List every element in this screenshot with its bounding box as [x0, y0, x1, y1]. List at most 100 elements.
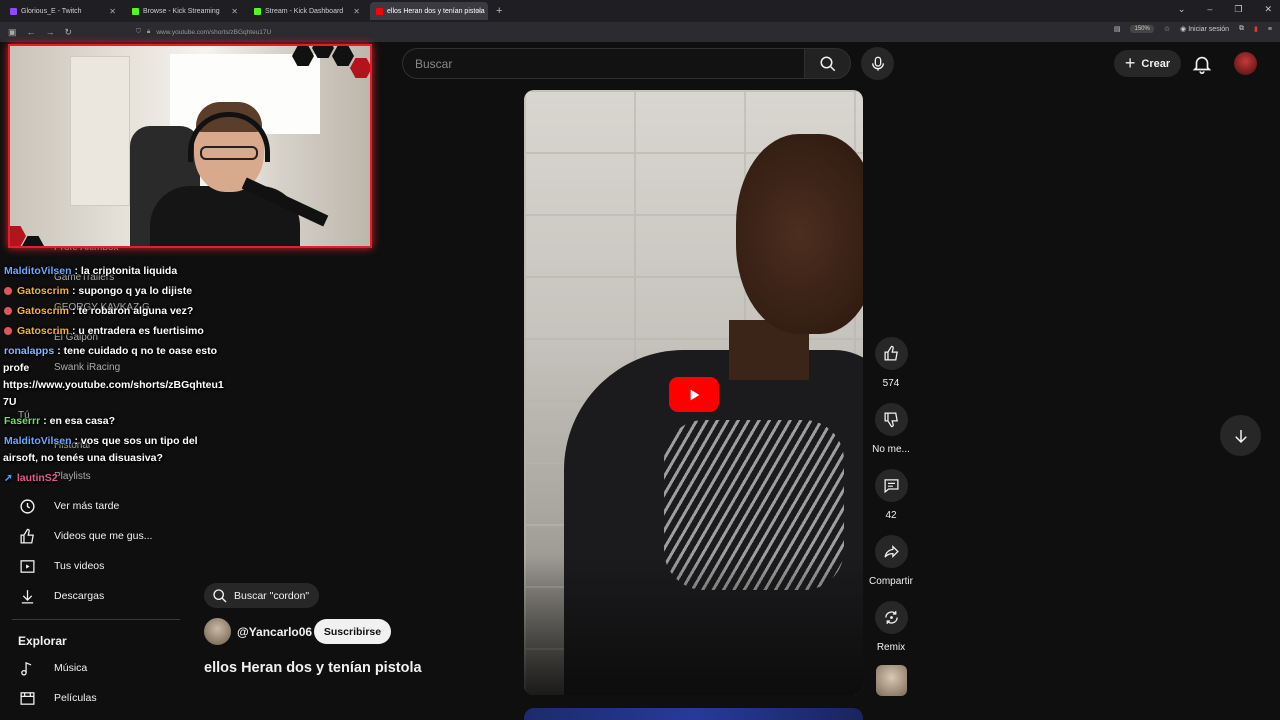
audio-source-thumbnail[interactable] — [876, 665, 907, 696]
tab-title: ellos Heran dos y tenían pistola — [387, 7, 485, 15]
channel-avatar[interactable] — [204, 618, 231, 645]
chevron-down-icon[interactable]: ⌄ — [1178, 4, 1186, 15]
account-avatar[interactable] — [1234, 52, 1257, 75]
sidebar-item-downloads[interactable]: Descargas — [18, 586, 104, 606]
shield-icon: ⛉ — [136, 28, 141, 35]
comment-count: 42 — [885, 510, 897, 521]
chat-username: Gatoscrim — [17, 305, 69, 317]
badge-icon — [4, 327, 12, 335]
play-button[interactable] — [669, 377, 719, 412]
play-square-icon — [18, 557, 36, 575]
close-icon[interactable]: ✕ — [109, 7, 116, 16]
reload-button[interactable]: ↻ — [65, 27, 73, 38]
back-button[interactable]: ← — [27, 27, 36, 38]
close-icon[interactable]: ✕ — [353, 7, 360, 16]
chat-message-continuation: profe — [3, 362, 30, 374]
chat-message: ➚ lautinS2 — [4, 472, 61, 484]
twitch-icon — [10, 7, 17, 15]
sidebar-item-movies[interactable]: Películas — [18, 688, 97, 708]
chat-username: MalditoVilsen — [4, 265, 72, 277]
microphone-icon — [871, 56, 884, 71]
chat-message: Gatoscrim: u entradera es fuertisimo — [4, 325, 204, 337]
sidebar-subscription[interactable]: Swank iRacing — [54, 362, 120, 373]
sidebar-item-watch-later[interactable]: Ver más tarde — [18, 496, 119, 516]
share-icon: ➚ — [4, 472, 13, 484]
voice-search-button[interactable] — [861, 47, 894, 80]
sidebar-item-music[interactable]: Música — [18, 658, 87, 678]
video-title[interactable]: ellos Heran dos y tenían pistola — [204, 660, 422, 676]
search-button[interactable] — [804, 48, 851, 79]
sidebar-divider — [12, 619, 180, 620]
dislike-button[interactable] — [874, 403, 908, 436]
close-icon[interactable]: ✕ — [475, 7, 482, 16]
comment-icon — [883, 479, 899, 494]
dislike-label: No me... — [872, 444, 910, 455]
search-placeholder: Buscar — [415, 56, 453, 71]
account-button[interactable]: ◉ Iniciar sesión — [1180, 25, 1229, 33]
shorts-video-player[interactable] — [524, 90, 863, 695]
share-arrow-icon — [883, 545, 899, 558]
tab-title: Browse - Kick Streaming — [143, 7, 220, 15]
like-button[interactable] — [874, 337, 908, 370]
chat-text: : u entradera es fuertisimo — [71, 325, 204, 337]
next-short-preview[interactable] — [524, 708, 863, 720]
forward-button[interactable]: → — [46, 27, 55, 38]
browser-tab-active[interactable]: ellos Heran dos y tenían pistola ✕ — [370, 2, 488, 20]
channel-name[interactable]: @Yancarlo06 — [237, 625, 312, 639]
badge-icon — [4, 307, 12, 315]
chat-text: : la criptonita liquida — [74, 265, 178, 277]
bell-icon — [1192, 56, 1212, 74]
comments-button[interactable] — [874, 469, 908, 502]
menu-icon[interactable]: ≡ — [1268, 26, 1272, 33]
dislike-action[interactable]: No me... — [866, 403, 916, 455]
minimize-button[interactable]: – — [1207, 4, 1212, 15]
share-button[interactable] — [874, 535, 908, 568]
sidebar-item-your-videos[interactable]: Tus videos — [18, 556, 104, 576]
extensions-icon[interactable]: ⧉ — [1239, 25, 1244, 33]
chat-link[interactable]: 7U — [3, 396, 16, 408]
chat-message: MalditoVilsen: vos que sos un tipo del — [4, 435, 198, 447]
star-icon[interactable]: ☆ — [1164, 25, 1170, 33]
zoom-level[interactable]: 150% — [1130, 25, 1154, 33]
sidebar-toggle-icon[interactable]: ▣ — [8, 27, 17, 38]
search-suggestion-chip[interactable]: Buscar "cordon" — [204, 583, 320, 608]
like-action[interactable]: 574 — [866, 337, 916, 389]
sidebar-item-liked-videos[interactable]: Videos que me gus... — [18, 526, 152, 546]
new-tab-button[interactable]: + — [496, 5, 502, 17]
notifications-button[interactable] — [1191, 53, 1213, 75]
chat-message: ronalapps: tene cuidado q no te oase est… — [4, 345, 217, 357]
browser-tab-bar: Glorious_E - Twitch ✕ Browse - Kick Stre… — [0, 0, 1280, 22]
browser-tab[interactable]: Stream - Kick Dashboard ✕ — [248, 2, 366, 20]
maximize-button[interactable]: ❐ — [1234, 4, 1242, 15]
remix-action[interactable]: Remix — [866, 601, 916, 653]
url-field[interactable]: ⛉ 🔒︎ www.youtube.com/shorts/zBGqhteu17U — [136, 25, 271, 39]
video-shadow — [524, 555, 863, 695]
chat-message: Faserrr: en esa casa? — [4, 415, 115, 427]
subscribe-button[interactable]: Suscribirse — [314, 619, 391, 644]
share-action[interactable]: Compartir — [866, 535, 916, 587]
tab-title: Glorious_E - Twitch — [21, 7, 82, 15]
extension-icon[interactable]: ▮ — [1254, 25, 1258, 33]
arrow-down-icon — [1234, 429, 1247, 443]
close-icon[interactable]: ✕ — [231, 7, 238, 16]
search-chip-label: Buscar "cordon" — [234, 589, 310, 602]
like-count: 574 — [882, 378, 900, 389]
chat-text: : tene cuidado q no te oase esto — [57, 345, 218, 357]
browser-tab[interactable]: Glorious_E - Twitch ✕ — [4, 2, 122, 20]
chat-username: Gatoscrim — [17, 325, 69, 337]
reader-icon[interactable]: ▤ — [1114, 25, 1121, 33]
next-video-button[interactable] — [1220, 415, 1261, 456]
chat-link[interactable]: https://www.youtube.com/shorts/zBGqhteu1 — [3, 379, 224, 391]
chat-message: Gatoscrim: supongo q ya lo dijiste — [4, 285, 192, 297]
search-input[interactable]: Buscar — [402, 48, 804, 79]
kick-icon — [254, 7, 261, 15]
browser-tab[interactable]: Browse - Kick Streaming ✕ — [126, 2, 244, 20]
remix-button[interactable] — [874, 601, 908, 634]
sidebar-item-label: Videos que me gus... — [54, 530, 153, 542]
signin-label: Iniciar sesión — [1188, 26, 1230, 33]
close-window-button[interactable]: ✕ — [1264, 4, 1272, 15]
hexagon-decoration — [332, 46, 354, 66]
play-icon — [690, 389, 700, 400]
create-button[interactable]: + Crear — [1114, 50, 1181, 77]
comments-action[interactable]: 42 — [866, 469, 916, 521]
